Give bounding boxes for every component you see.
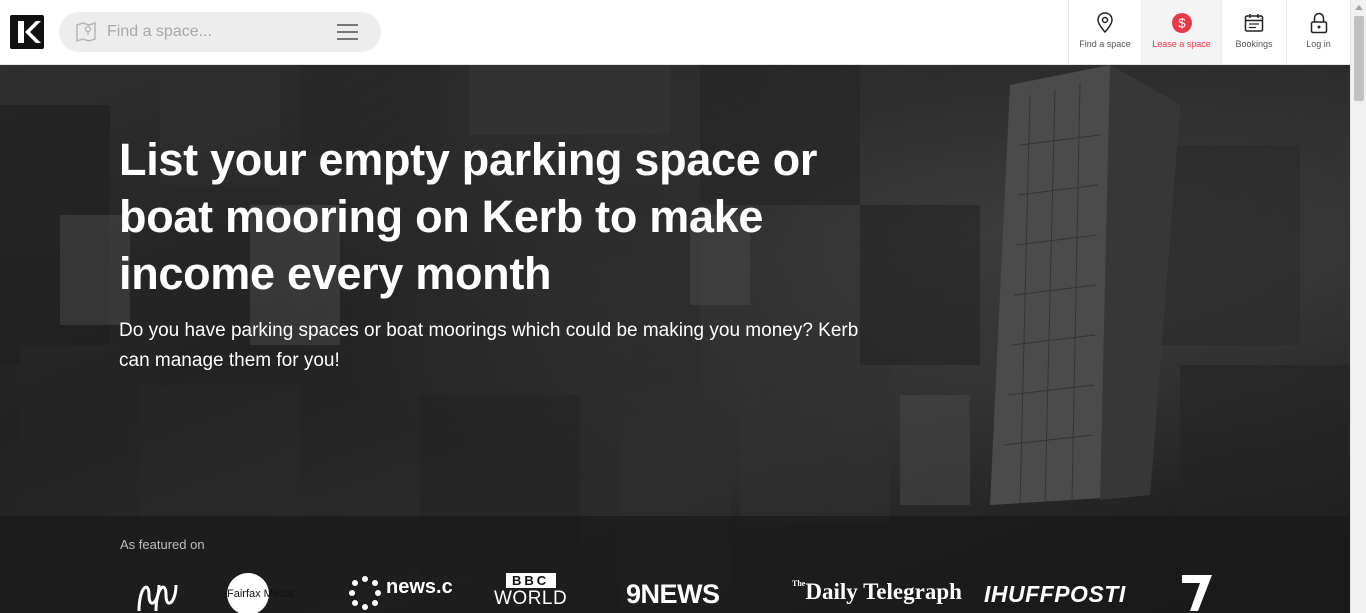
search-input[interactable]	[107, 20, 327, 44]
bbc-world-label: WORLD	[494, 588, 568, 609]
scrollbar-thumb[interactable]	[1354, 16, 1364, 101]
dollar-icon: $	[1171, 12, 1193, 34]
bbc-world-logo: BBC WORLD	[494, 573, 567, 610]
map-pin-icon	[1096, 12, 1114, 34]
top-header: Find a space $ Lease a space	[0, 0, 1350, 65]
nav-bookings-label: Bookings	[1235, 39, 1273, 49]
main-nav: Find a space $ Lease a space Bookings Lo…	[1068, 0, 1350, 64]
nav-lease-a-space-label: Lease a space	[1152, 39, 1211, 49]
huffpost-logo: IHUFFPOSTI	[984, 581, 1126, 607]
kerb-logo-icon[interactable]	[10, 15, 44, 49]
press-logos: Fairfax Media news.com.au BBC WORLD	[130, 571, 1230, 613]
fairfax-label: Fairfax Media	[227, 573, 294, 613]
daily-telegraph-prefix: The	[792, 579, 806, 588]
hamburger-menu-icon[interactable]	[337, 23, 359, 46]
map-icon	[75, 21, 97, 48]
daily-telegraph-logo: TheDaily Telegraph	[792, 579, 962, 605]
bbc-label: BBC	[505, 573, 556, 588]
nav-find-a-space[interactable]: Find a space	[1068, 0, 1141, 64]
search-bar[interactable]	[59, 12, 381, 52]
nav-log-in-label: Log in	[1306, 39, 1331, 49]
news-text: news.com.au	[386, 576, 452, 598]
nav-find-a-space-label: Find a space	[1079, 39, 1131, 49]
featured-label: As featured on	[120, 537, 205, 552]
fairfax-media-logo: Fairfax Media	[227, 573, 294, 613]
hero-section: List your empty parking space or boat mo…	[0, 65, 1350, 613]
seven-logo-icon	[1180, 573, 1214, 613]
nav-log-in[interactable]: Log in	[1286, 0, 1350, 64]
hero-title: List your empty parking space or boat mo…	[119, 134, 818, 299]
news-com-au-logo: news.com.au	[348, 575, 512, 613]
nav-bookings[interactable]: Bookings	[1221, 0, 1286, 64]
abc-logo-icon	[136, 577, 180, 613]
hero-subtitle: Do you have parking spaces or boat moori…	[119, 320, 859, 371]
daily-telegraph-label: Daily Telegraph	[805, 579, 962, 604]
svg-text:$: $	[1178, 16, 1186, 31]
page-scrollbar[interactable]	[1350, 0, 1366, 613]
scroll-up-arrow-icon[interactable]	[1355, 5, 1363, 10]
hero-text: List your empty parking space or boat mo…	[119, 131, 859, 376]
calendar-icon	[1244, 12, 1264, 34]
9news-logo: 9NEWS	[626, 579, 720, 609]
lock-icon	[1310, 12, 1328, 34]
nav-lease-a-space[interactable]: $ Lease a space	[1141, 0, 1221, 64]
featured-on-bar: As featured on Fairfax Media news.c BBC …	[0, 516, 1350, 613]
